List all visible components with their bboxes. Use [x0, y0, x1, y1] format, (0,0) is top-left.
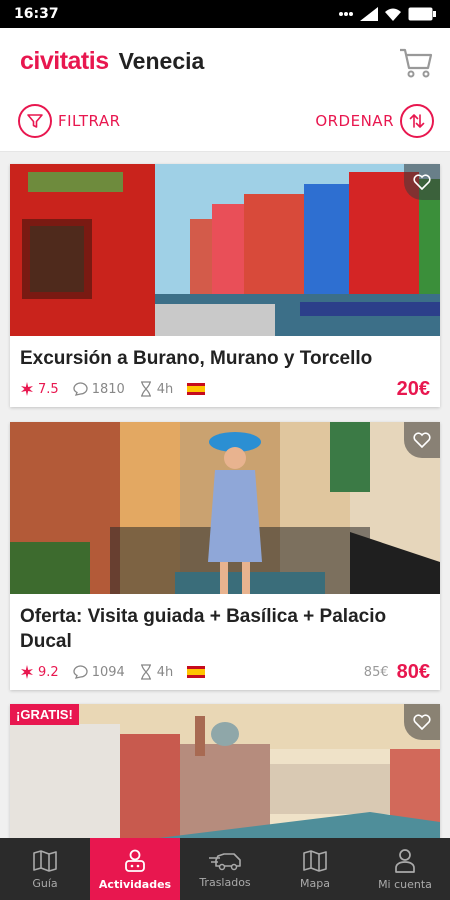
nav-traslados[interactable]: Traslados — [180, 838, 270, 900]
price: 80€ — [396, 660, 430, 683]
nav-mi-cuenta[interactable]: Mi cuenta — [360, 838, 450, 900]
activity-title[interactable]: Oferta: Visita guiada + Basílica + Palac… — [10, 594, 440, 654]
nav-guia[interactable]: Guía — [0, 838, 90, 900]
brand-logo[interactable]: civitatis — [20, 47, 109, 76]
nav-label: Actividades — [98, 877, 172, 891]
rating: 9.2 — [20, 665, 59, 680]
transfer-car-icon — [209, 852, 241, 870]
comments-count: 1094 — [91, 664, 125, 680]
favorite-heart-icon[interactable] — [404, 164, 440, 200]
sort-arrows-icon — [400, 104, 434, 138]
rating-value: 7.5 — [38, 381, 59, 397]
hourglass-icon — [140, 664, 151, 680]
old-price: 85€ — [363, 664, 389, 680]
nav-mapa[interactable]: Mapa — [270, 838, 360, 900]
nav-label: Guía — [32, 876, 58, 890]
activities-icon — [125, 849, 145, 872]
activity-meta: 9.2 1094 4h 85€ 80€ — [10, 654, 440, 690]
rating-star-icon — [21, 382, 33, 396]
status-icons — [338, 7, 436, 21]
rating: 7.5 — [20, 382, 59, 397]
guide-map-icon — [33, 849, 57, 872]
activity-list: Excursión a Burano, Murano y Torcello 7.… — [0, 152, 450, 838]
activity-photo-grand-canal[interactable]: ¡GRATIS! — [10, 704, 440, 838]
comments: 1094 — [73, 665, 125, 680]
comments: 1810 — [73, 382, 125, 397]
price-group: 85€ 80€ — [364, 661, 430, 684]
duration-value: 4h — [156, 381, 174, 397]
activity-card[interactable]: Excursión a Burano, Murano y Torcello 7.… — [10, 164, 440, 407]
activity-meta: 7.5 1810 4h 20€ — [10, 371, 440, 407]
rating-star-icon — [21, 665, 33, 679]
more-dots-icon — [339, 12, 353, 16]
nav-label: Traslados — [199, 875, 251, 889]
sort-label: ORDENAR — [315, 112, 394, 130]
comment-bubble-icon — [73, 665, 88, 679]
spanish-flag-icon — [187, 666, 206, 678]
hourglass-icon — [140, 381, 151, 397]
sort-button[interactable]: ORDENAR — [315, 104, 434, 138]
comment-bubble-icon — [73, 382, 88, 396]
wifi-icon — [385, 8, 401, 21]
status-bar: 16:37 — [0, 0, 450, 28]
signal-icon — [360, 7, 378, 21]
activity-card[interactable]: ¡GRATIS! — [10, 704, 440, 838]
activity-title[interactable]: Excursión a Burano, Murano y Torcello — [10, 336, 440, 371]
favorite-heart-icon[interactable] — [404, 422, 440, 458]
free-badge: ¡GRATIS! — [10, 704, 79, 725]
battery-icon — [408, 7, 436, 21]
price: 20€ — [396, 377, 430, 400]
activity-photo-ducal[interactable] — [10, 422, 440, 594]
funnel-icon — [18, 104, 52, 138]
filter-sort-bar: FILTRAR ORDENAR — [0, 94, 450, 152]
comments-count: 1810 — [91, 381, 125, 397]
filter-label: FILTRAR — [58, 112, 121, 130]
filter-button[interactable]: FILTRAR — [18, 104, 121, 138]
nav-label: Mapa — [300, 876, 330, 890]
bottom-navigation: Guía Actividades Traslados Mapa Mi cuent… — [0, 838, 450, 900]
map-icon — [303, 849, 327, 872]
rating-value: 9.2 — [38, 664, 59, 680]
nav-actividades[interactable]: Actividades — [90, 838, 180, 900]
status-time: 16:37 — [14, 6, 59, 22]
duration: 4h — [139, 664, 174, 680]
page-title: Venecia — [118, 47, 205, 74]
activity-card[interactable]: Oferta: Visita guiada + Basílica + Palac… — [10, 422, 440, 690]
app-header: civitatis Venecia — [0, 28, 450, 94]
favorite-heart-icon[interactable] — [404, 704, 440, 740]
activity-photo-burano[interactable] — [10, 164, 440, 336]
duration-value: 4h — [156, 664, 174, 680]
nav-label: Mi cuenta — [378, 877, 432, 891]
duration: 4h — [139, 381, 174, 397]
user-account-icon — [395, 848, 415, 873]
cart-icon[interactable] — [396, 42, 436, 82]
spanish-flag-icon — [187, 383, 206, 395]
